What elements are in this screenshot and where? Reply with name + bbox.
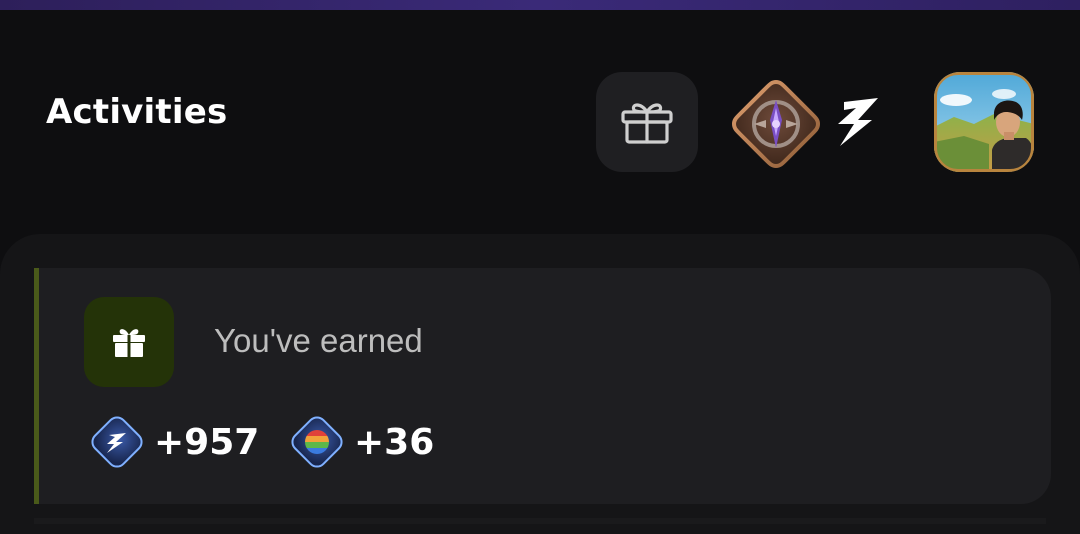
next-card-edge [34, 518, 1046, 524]
page-title: Activities [46, 92, 228, 132]
reward-amount: +36 [354, 421, 435, 463]
rank-badge[interactable] [730, 78, 822, 170]
activity-icon-tile [84, 297, 174, 387]
avatar-portrait-icon [934, 72, 1034, 172]
gift-button[interactable] [596, 72, 698, 172]
z-logo-icon [838, 98, 878, 146]
reward-amount: +957 [154, 421, 260, 463]
reward-item: +957 [88, 412, 259, 472]
reward-item: +36 [288, 412, 434, 472]
user-avatar[interactable] [934, 72, 1034, 172]
rank-badge-icon [731, 79, 821, 169]
z-token-icon [91, 416, 143, 468]
top-accent-bar [0, 0, 1080, 10]
rainbow-token-icon [291, 416, 343, 468]
gift-icon [621, 103, 673, 144]
gift-icon [113, 329, 145, 357]
earned-label: You've earned [214, 322, 423, 359]
